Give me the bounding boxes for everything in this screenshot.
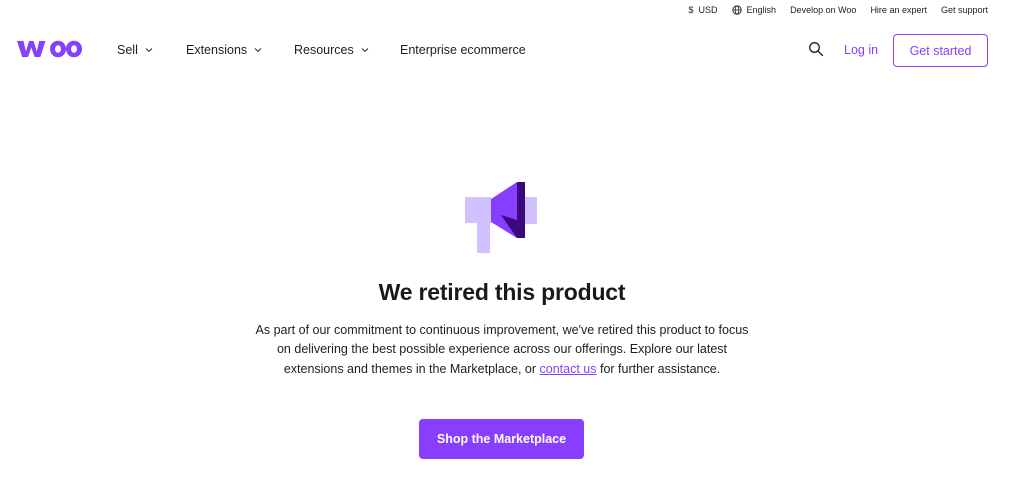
menu-item-resources[interactable]: Resources	[294, 43, 400, 57]
menu-item-label: Extensions	[186, 43, 248, 57]
contact-us-link[interactable]: contact us	[540, 362, 597, 376]
develop-on-woo-link[interactable]: Develop on Woo	[790, 5, 856, 15]
chevron-down-icon	[254, 48, 262, 53]
get-support-link[interactable]: Get support	[941, 5, 988, 15]
log-in-link[interactable]: Log in	[844, 43, 878, 57]
shop-marketplace-button[interactable]: Shop the Marketplace	[419, 419, 584, 459]
woo-logo[interactable]	[16, 38, 83, 60]
utility-links: $ USD English Develop on Woo Hire an exp…	[689, 5, 989, 15]
currency-selector[interactable]: $ USD	[689, 5, 718, 15]
menu-item-extensions[interactable]: Extensions	[186, 43, 294, 57]
currency-label: USD	[698, 5, 718, 15]
primary-menu: Sell Extensions Resources Enterprise eco…	[117, 43, 526, 57]
dollar-icon: $	[688, 5, 694, 15]
menu-item-sell[interactable]: Sell	[117, 43, 186, 57]
menu-item-enterprise-ecommerce[interactable]: Enterprise ecommerce	[400, 43, 526, 57]
menu-item-label: Enterprise ecommerce	[400, 43, 526, 57]
language-label: English	[746, 5, 777, 15]
main-nav: Sell Extensions Resources Enterprise eco…	[0, 22, 1024, 78]
utility-bar: $ USD English Develop on Woo Hire an exp…	[0, 0, 1024, 22]
menu-item-label: Resources	[294, 43, 354, 57]
description-text-end: for further assistance.	[596, 361, 721, 376]
globe-icon	[731, 5, 742, 15]
menu-item-label: Sell	[117, 43, 138, 57]
megaphone-icon	[465, 182, 537, 253]
language-selector[interactable]: English	[731, 5, 777, 15]
get-started-button[interactable]: Get started	[893, 34, 988, 67]
chevron-down-icon	[145, 48, 153, 53]
search-icon[interactable]	[808, 41, 824, 57]
hire-an-expert-link[interactable]: Hire an expert	[870, 5, 927, 15]
retired-description: As part of our commitment to continuous …	[252, 321, 752, 379]
page-title: We retired this product	[378, 279, 626, 305]
chevron-down-icon	[361, 48, 369, 53]
